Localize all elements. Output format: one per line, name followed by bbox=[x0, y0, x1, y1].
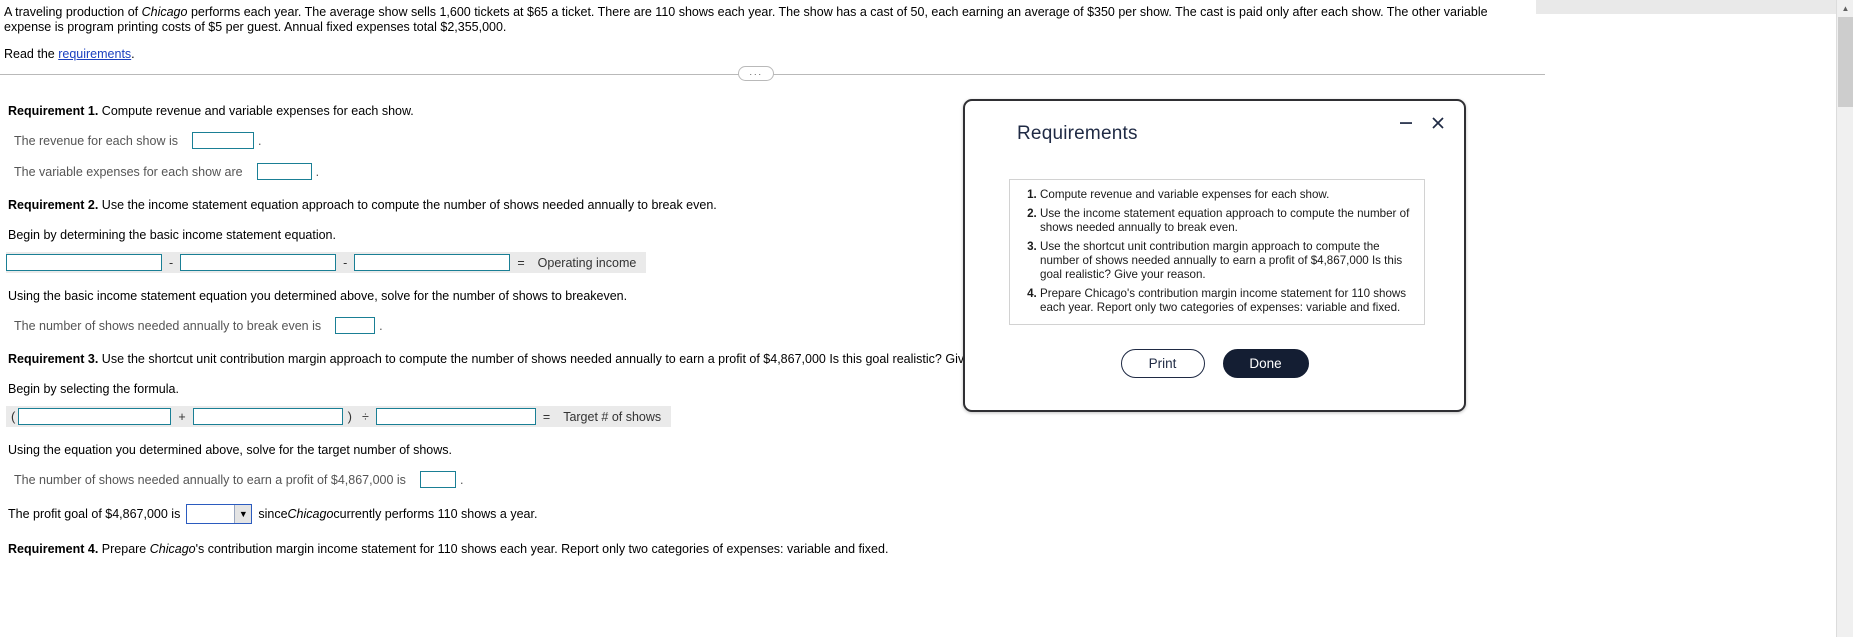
profit-goal-show-name: Chicago bbox=[287, 507, 334, 521]
requirements-list: Compute revenue and variable expenses fo… bbox=[1014, 188, 1414, 315]
dialog-title: Requirements bbox=[1017, 123, 1138, 144]
list-item: Compute revenue and variable expenses fo… bbox=[1040, 188, 1414, 202]
requirement-2-text: Use the income statement equation approa… bbox=[98, 198, 717, 212]
dialog-controls bbox=[1397, 114, 1447, 132]
target-shows-answer-row: The number of shows needed annually to e… bbox=[14, 471, 1509, 488]
chevron-down-icon[interactable]: ▼ bbox=[234, 505, 252, 523]
profit-goal-mid: since bbox=[258, 507, 288, 521]
requirements-list-panel: Compute revenue and variable expenses fo… bbox=[1009, 179, 1425, 325]
section-divider: ··· bbox=[0, 66, 1545, 84]
equation-input-2[interactable] bbox=[180, 254, 337, 271]
equation-equals-sign: = bbox=[517, 255, 525, 270]
revenue-period: . bbox=[257, 133, 262, 148]
equation-operator-1: - bbox=[169, 255, 174, 270]
target-shows-input[interactable] bbox=[419, 471, 456, 488]
revenue-input[interactable] bbox=[191, 132, 254, 149]
requirement-3-text: Use the shortcut unit contribution margi… bbox=[98, 352, 1045, 366]
problem-text-part1: A traveling production of bbox=[4, 5, 142, 19]
read-suffix: . bbox=[131, 47, 135, 61]
profit-goal-dropdown-value bbox=[187, 505, 234, 523]
revenue-label: The revenue for each show is bbox=[14, 133, 178, 148]
requirement-4-show-name: Chicago bbox=[149, 542, 196, 556]
problem-statement: A traveling production of Chicago perfor… bbox=[0, 0, 1530, 62]
read-requirements-line: Read the requirements. bbox=[4, 47, 1522, 62]
requirement-2-label: Requirement 2. bbox=[8, 198, 99, 212]
formula-input-3[interactable] bbox=[375, 408, 536, 425]
breakeven-label: The number of shows needed annually to b… bbox=[14, 318, 322, 333]
variable-expenses-label: The variable expenses for each show are bbox=[14, 164, 243, 179]
requirement-4-label: Requirement 4. bbox=[8, 542, 99, 556]
collapse-handle[interactable]: ··· bbox=[738, 66, 774, 81]
list-item: Prepare Chicago's contribution margin in… bbox=[1040, 287, 1414, 315]
breakeven-input[interactable] bbox=[335, 317, 376, 334]
breakeven-period: . bbox=[379, 318, 383, 333]
equation-input-3[interactable] bbox=[354, 254, 511, 271]
requirement-3-label: Requirement 3. bbox=[8, 352, 99, 366]
done-button[interactable]: Done bbox=[1222, 349, 1309, 378]
target-shows-label: The number of shows needed annually to e… bbox=[14, 472, 406, 487]
profit-goal-prefix: The profit goal of $4,867,000 is bbox=[8, 507, 181, 521]
requirements-link[interactable]: requirements bbox=[58, 47, 131, 61]
profit-goal-suffix: currently performs 110 shows a year. bbox=[333, 507, 538, 521]
problem-text-part2: performs each year. The average show sel… bbox=[4, 5, 1488, 34]
formula-paren-open: ( bbox=[11, 409, 16, 424]
equation-operator-2: - bbox=[343, 255, 348, 270]
requirement-1-text: Compute revenue and variable expenses fo… bbox=[98, 104, 414, 118]
variable-expenses-period: . bbox=[315, 164, 320, 179]
formula-input-1[interactable] bbox=[18, 408, 172, 425]
formula-operator-divide: ÷ bbox=[362, 409, 369, 424]
homework-page: A traveling production of Chicago perfor… bbox=[0, 0, 1853, 637]
dialog-buttons: Print Done bbox=[965, 349, 1464, 378]
equation-input-1[interactable] bbox=[6, 254, 162, 271]
requirement-4-text-a: Prepare bbox=[98, 542, 150, 556]
requirement-4-heading: Requirement 4. Prepare Chicago's contrib… bbox=[8, 542, 1509, 556]
income-statement-equation-bar: - - = Operating income bbox=[6, 252, 647, 273]
requirement-3-using-text: Using the equation you determined above,… bbox=[8, 443, 453, 457]
print-button[interactable]: Print bbox=[1120, 349, 1205, 378]
vertical-scrollbar[interactable]: ▲ bbox=[1836, 0, 1853, 637]
problem-text: A traveling production of Chicago perfor… bbox=[4, 5, 1522, 35]
profit-goal-row: The profit goal of $4,867,000 is ▼ since… bbox=[8, 504, 1509, 524]
list-item: Use the income statement equation approa… bbox=[1040, 207, 1414, 235]
profit-goal-dropdown[interactable]: ▼ bbox=[186, 504, 253, 524]
target-shows-period: . bbox=[459, 472, 464, 487]
formula-paren-close: ) bbox=[347, 409, 352, 424]
requirement-1-label: Requirement 1. bbox=[8, 104, 99, 118]
requirements-dialog: Requirements Compute revenue and variabl… bbox=[963, 99, 1466, 412]
variable-expenses-input[interactable] bbox=[256, 163, 312, 180]
list-item: Use the shortcut unit contribution margi… bbox=[1040, 240, 1414, 282]
formula-result-label: Target # of shows bbox=[563, 409, 662, 424]
formula-equals-sign: = bbox=[542, 409, 551, 424]
read-prefix: Read the bbox=[4, 47, 59, 61]
formula-input-2[interactable] bbox=[192, 408, 343, 425]
scrollbar-thumb[interactable] bbox=[1838, 17, 1853, 107]
top-strip bbox=[1536, 0, 1836, 14]
minimize-icon[interactable] bbox=[1397, 114, 1415, 132]
equation-result-label: Operating income bbox=[537, 255, 637, 270]
formula-operator-plus: + bbox=[178, 409, 186, 424]
requirement-4-text-b: 's contribution margin income statement … bbox=[195, 542, 889, 556]
problem-show-name: Chicago bbox=[141, 5, 188, 19]
close-icon[interactable] bbox=[1429, 114, 1447, 132]
scroll-up-arrow[interactable]: ▲ bbox=[1837, 0, 1853, 17]
contribution-margin-formula-bar: ( + ) ÷ = Target # of shows bbox=[6, 406, 672, 427]
